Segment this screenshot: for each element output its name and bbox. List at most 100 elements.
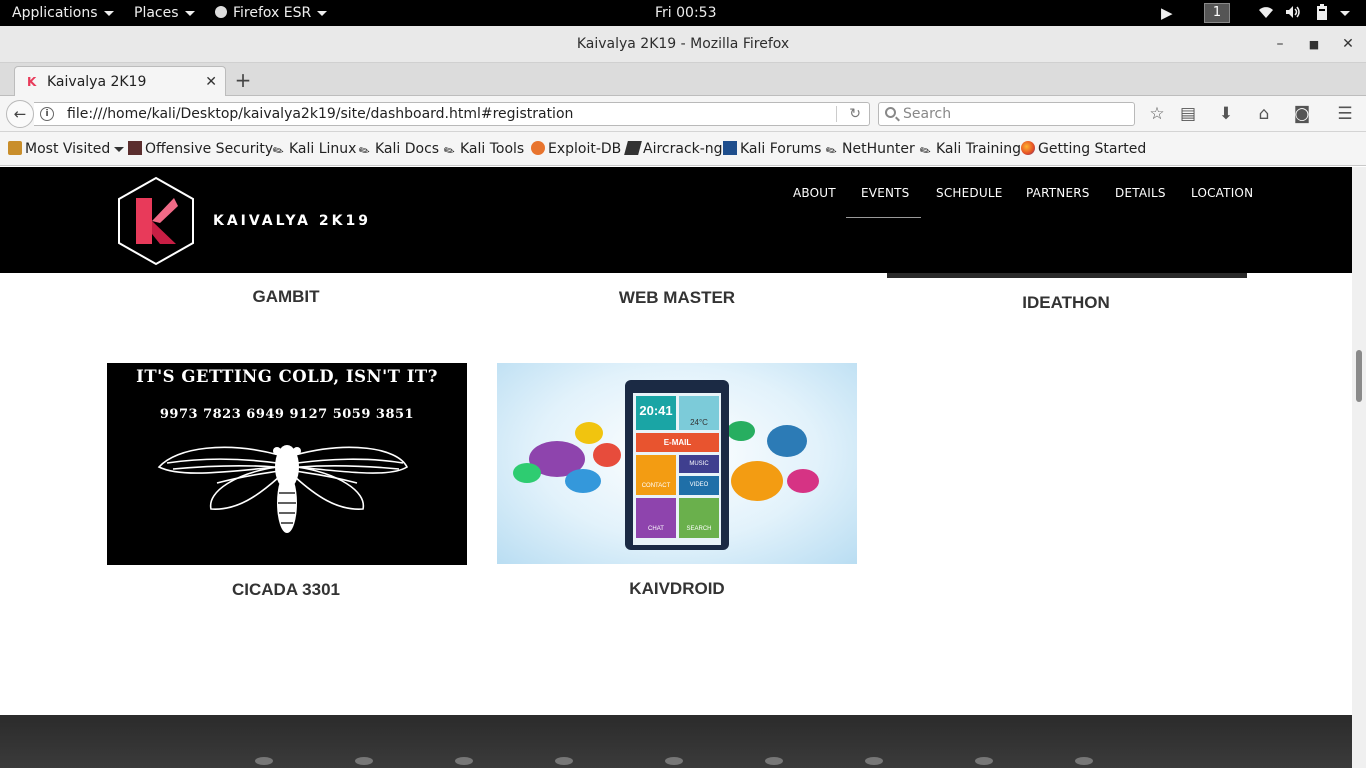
event-title-ideathon[interactable]: IDEATHON <box>886 293 1246 313</box>
nav-partners[interactable]: PARTNERS <box>1026 167 1090 217</box>
nav-about[interactable]: ABOUT <box>793 167 836 217</box>
bookmark-label: Aircrack-ng <box>643 141 723 157</box>
ceiling-light <box>765 757 783 765</box>
offsec-icon <box>128 141 142 155</box>
bookmark-aircrack-ng[interactable]: Aircrack-ng <box>624 132 723 166</box>
chevron-down-icon <box>184 10 195 16</box>
navigation-toolbar: ← i file:///home/kali/Desktop/kaivalya2k… <box>0 96 1366 132</box>
tablet-chat-tile: CHAT <box>636 498 676 538</box>
ceiling-light <box>975 757 993 765</box>
kaivdroid-event-image[interactable]: 20:41 24°C E-MAIL CONTACT MUSIC VIDEO CH… <box>497 363 857 564</box>
bookmark-label: Most Visited <box>25 141 111 157</box>
chevron-down-icon <box>103 10 114 16</box>
bookmark-label: Kali Linux <box>289 141 357 157</box>
bookmark-star-icon[interactable]: ☆ <box>1145 102 1169 126</box>
bookmark-kali-tools[interactable]: ✎ Kali Tools <box>441 132 525 166</box>
reload-icon[interactable]: ↻ <box>849 103 861 125</box>
close-tab-icon[interactable]: ✕ <box>205 67 217 97</box>
hamburger-menu-icon[interactable]: ☰ <box>1333 102 1357 126</box>
back-button[interactable]: ← <box>6 100 34 128</box>
pocket-icon[interactable]: ◙ <box>1290 102 1314 126</box>
site-brand[interactable]: KAIVALYA 2K19 <box>213 167 371 275</box>
bookmark-kali-docs[interactable]: ✎ Kali Docs <box>356 132 440 166</box>
tablet-search-tile: SEARCH <box>679 498 719 538</box>
video-camera-icon[interactable]: ▶ <box>1161 0 1173 26</box>
url-separator <box>836 106 837 122</box>
ceiling-light <box>1075 757 1093 765</box>
page-viewport: KAIVALYA 2K19 ABOUT EVENTS SCHEDULE PART… <box>0 167 1352 768</box>
chevron-down-icon <box>114 146 125 152</box>
event-title-gambit[interactable]: GAMBIT <box>106 287 466 307</box>
kaivalya-favicon-icon: K <box>27 75 37 89</box>
search-placeholder: Search <box>903 106 952 122</box>
bookmark-nethunter[interactable]: ✎ NetHunter <box>823 132 915 166</box>
bookmark-label: Kali Tools <box>460 141 525 157</box>
kali-dragon-icon: ✎ <box>270 142 288 161</box>
event-title-webmaster[interactable]: WEB MASTER <box>497 288 857 308</box>
workspace-indicator[interactable]: 1 <box>1204 3 1230 23</box>
reading-list-icon[interactable]: ▤ <box>1176 102 1200 126</box>
maximize-button[interactable]: ■ <box>1302 26 1326 63</box>
bookmark-label: Getting Started <box>1038 141 1147 157</box>
applications-label: Applications <box>12 5 98 21</box>
places-menu[interactable]: Places <box>134 0 195 26</box>
battery-icon[interactable] <box>1316 0 1328 26</box>
clock[interactable]: Fri 00:53 <box>655 0 716 26</box>
firefox-app-icon <box>215 6 227 18</box>
close-window-button[interactable]: ✕ <box>1336 26 1360 63</box>
bookmark-exploit-db[interactable]: Exploit-DB <box>531 132 621 166</box>
bookmark-most-visited[interactable]: Most Visited <box>8 132 125 166</box>
event-title-kaivdroid[interactable]: KAIVDROID <box>497 579 857 599</box>
tab-label: Kaivalya 2K19 <box>47 74 147 90</box>
window-title: Kaivalya 2K19 - Mozilla Firefox <box>576 36 790 52</box>
firefox-icon <box>1021 141 1035 155</box>
nav-details[interactable]: DETAILS <box>1115 167 1166 217</box>
nav-schedule[interactable]: SCHEDULE <box>936 167 1003 217</box>
tab-kaivalya[interactable]: K Kaivalya 2K19 ✕ <box>14 66 226 97</box>
nav-events[interactable]: EVENTS <box>861 167 910 217</box>
downloads-icon[interactable]: ⬇ <box>1214 102 1238 126</box>
nav-location[interactable]: LOCATION <box>1191 167 1253 217</box>
new-tab-button[interactable]: + <box>232 66 254 94</box>
tablet-weather-tile: 24°C <box>679 396 719 430</box>
app-menu[interactable]: Firefox ESR <box>215 0 328 26</box>
ceiling-light <box>865 757 883 765</box>
bookmark-kali-training[interactable]: ✎ Kali Training <box>917 132 1021 166</box>
ceiling-light <box>665 757 683 765</box>
footer-background <box>0 715 1352 768</box>
event-title-cicada[interactable]: CICADA 3301 <box>106 580 466 600</box>
bookmark-offensive-security[interactable]: Offensive Security <box>128 132 273 166</box>
folder-icon <box>8 141 22 155</box>
minimize-button[interactable]: – <box>1268 26 1292 63</box>
system-top-bar: Applications Places Firefox ESR Fri 00:5… <box>0 0 1366 26</box>
system-menu-chevron-icon[interactable] <box>1340 0 1350 26</box>
url-text[interactable]: file:///home/kali/Desktop/kaivalya2k19/s… <box>67 103 573 125</box>
kali-forums-icon <box>723 141 737 155</box>
tablet-contact-tile: CONTACT <box>636 455 676 495</box>
tablet-clock-tile: 20:41 <box>636 396 676 430</box>
kaivalya-logo-icon[interactable] <box>116 176 196 266</box>
url-bar[interactable]: i file:///home/kali/Desktop/kaivalya2k19… <box>34 102 870 126</box>
tab-strip: K Kaivalya 2K19 ✕ + <box>0 63 1366 97</box>
bookmark-label: Kali Forums <box>740 141 822 157</box>
bookmark-label: Offensive Security <box>145 141 274 157</box>
bookmark-label: Kali Training <box>936 141 1021 157</box>
applications-menu[interactable]: Applications <box>12 0 114 26</box>
site-info-icon[interactable]: i <box>40 107 54 121</box>
scrollbar-thumb[interactable] <box>1356 350 1362 402</box>
ideathon-image-edge[interactable] <box>887 273 1247 278</box>
page-scrollbar[interactable] <box>1352 167 1366 768</box>
tablet-email-tile: E-MAIL <box>636 433 719 452</box>
bookmark-kali-forums[interactable]: Kali Forums <box>723 132 821 166</box>
bookmark-kali-linux[interactable]: ✎ Kali Linux <box>270 132 357 166</box>
cicada-event-image[interactable]: IT'S GETTING COLD, ISN'T IT? 9973 7823 6… <box>107 363 467 565</box>
tablet-apps-illustration-icon <box>513 380 819 550</box>
bookmark-label: Kali Docs <box>375 141 440 157</box>
bookmark-label: NetHunter <box>842 141 915 157</box>
wifi-icon[interactable] <box>1258 0 1274 26</box>
search-input[interactable]: Search <box>878 102 1135 126</box>
volume-icon[interactable] <box>1285 0 1301 26</box>
bookmark-getting-started[interactable]: Getting Started <box>1021 132 1146 166</box>
chevron-down-icon <box>317 10 328 16</box>
home-icon[interactable]: ⌂ <box>1252 102 1276 126</box>
